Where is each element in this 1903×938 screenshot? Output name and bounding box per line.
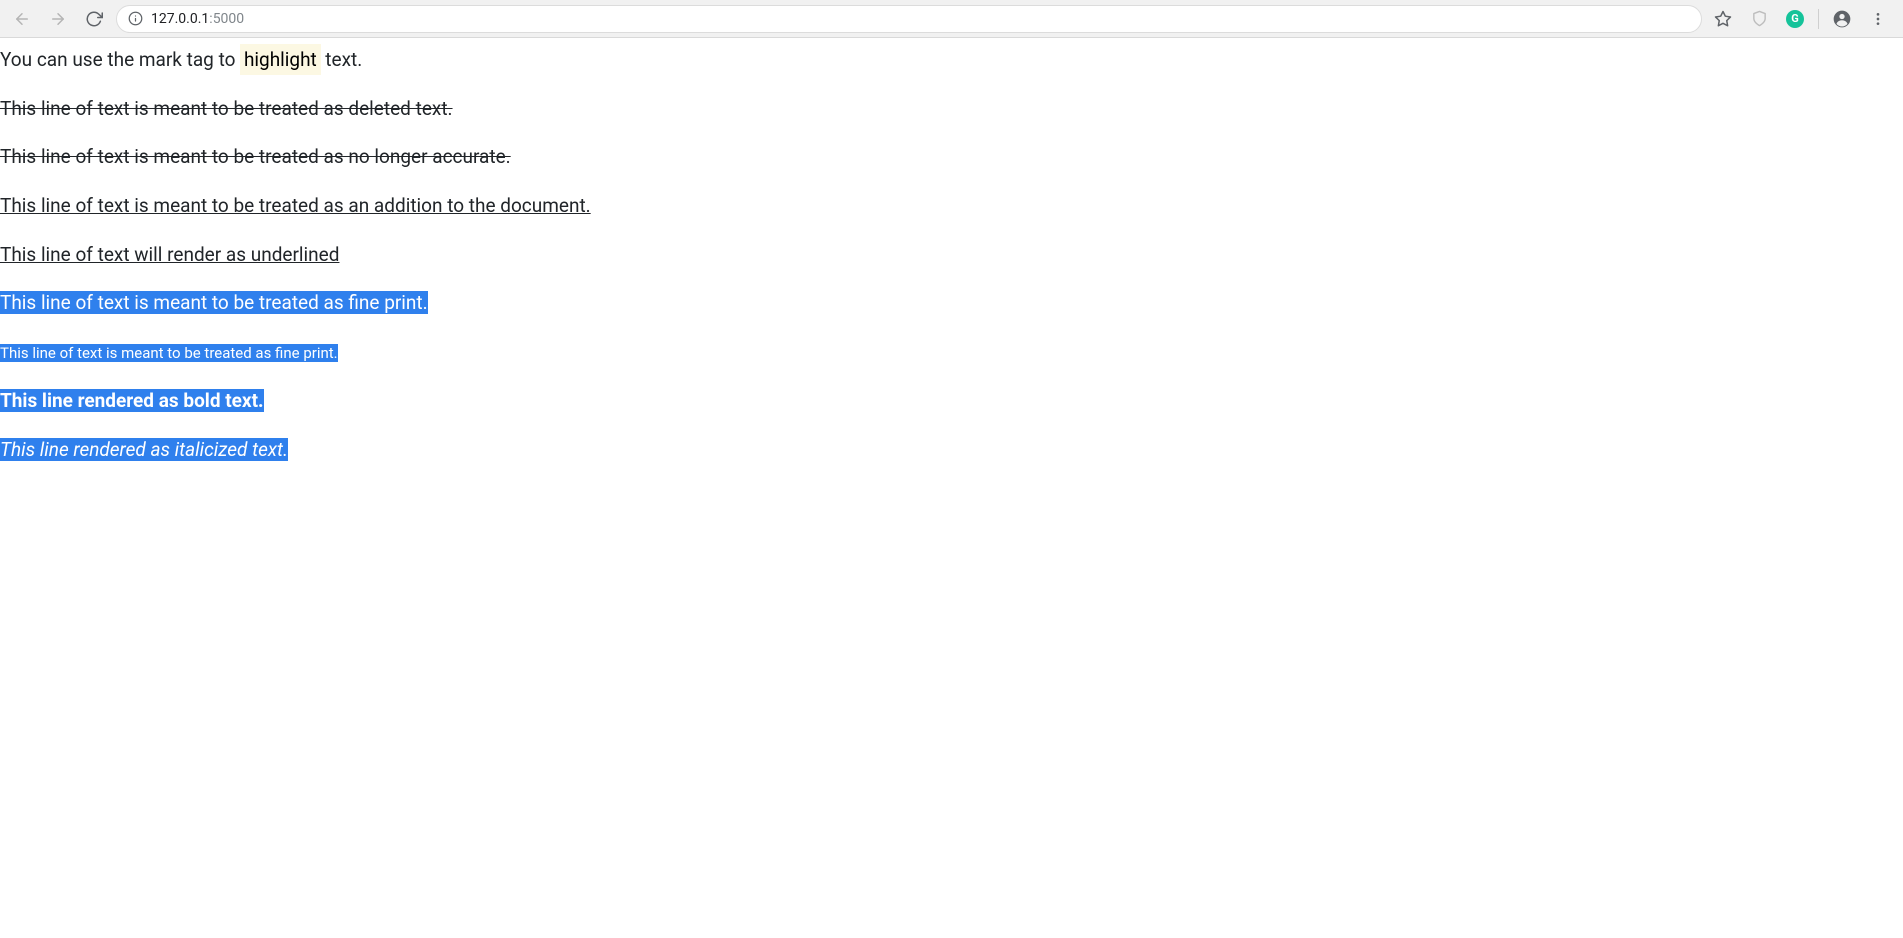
arrow-left-icon [13,10,31,28]
paragraph-strike: This line of text is meant to be treated… [0,145,1903,170]
selected-small: This line of text is meant to be treated… [0,344,338,362]
menu-button[interactable] [1865,6,1891,32]
paragraph-selected-1: This line of text is meant to be treated… [0,291,1903,316]
strike-text: This line of text is meant to be treated… [0,145,511,168]
reload-icon [85,10,103,28]
shield-icon [1751,10,1768,27]
forward-button[interactable] [44,5,72,33]
ins-text: This line of text is meant to be treated… [0,194,591,217]
toolbar-divider [1818,9,1819,29]
back-button[interactable] [8,5,36,33]
text-suffix: text. [321,48,363,71]
star-icon [1714,10,1732,28]
extension-grammarly-button[interactable]: G [1782,6,1808,32]
selected-span-1: This line of text is meant to be treated… [0,291,428,314]
address-bar[interactable]: 127.0.0.1:5000 [116,5,1702,33]
reload-button[interactable] [80,5,108,33]
selected-italic: This line rendered as italicized text. [0,438,288,461]
kebab-menu-icon [1870,11,1886,27]
profile-button[interactable] [1829,6,1855,32]
bookmark-button[interactable] [1710,6,1736,32]
url-text: 127.0.0.1:5000 [151,11,244,27]
extension-mcafee-button[interactable] [1746,6,1772,32]
paragraph-underline: This line of text will render as underli… [0,243,1903,268]
paragraph-del: This line of text is meant to be treated… [0,97,1903,122]
selected-bold: This line rendered as bold text. [0,389,264,412]
grammarly-icon: G [1786,10,1804,28]
arrow-right-icon [49,10,67,28]
info-icon [128,11,143,26]
del-text: This line of text is meant to be treated… [0,97,453,120]
site-info-icon[interactable] [127,11,143,27]
mark-text: highlight [240,44,320,75]
paragraph-ins: This line of text is meant to be treated… [0,194,1903,219]
page-content: You can use the mark tag to highlight te… [0,48,1903,462]
paragraph-mark: You can use the mark tag to highlight te… [0,48,1903,73]
url-host: 127.0.0.1 [151,11,209,27]
paragraph-selected-small: This line of text is meant to be treated… [0,340,1903,365]
underline-text: This line of text will render as underli… [0,243,339,266]
browser-toolbar: 127.0.0.1:5000 G [0,0,1903,38]
paragraph-selected-italic: This line rendered as italicized text. [0,438,1903,463]
paragraph-selected-bold: This line rendered as bold text. [0,389,1903,414]
toolbar-right-icons: G [1710,6,1895,32]
url-port: :5000 [209,11,244,27]
user-icon [1832,9,1852,29]
text-prefix: You can use the mark tag to [0,48,240,71]
